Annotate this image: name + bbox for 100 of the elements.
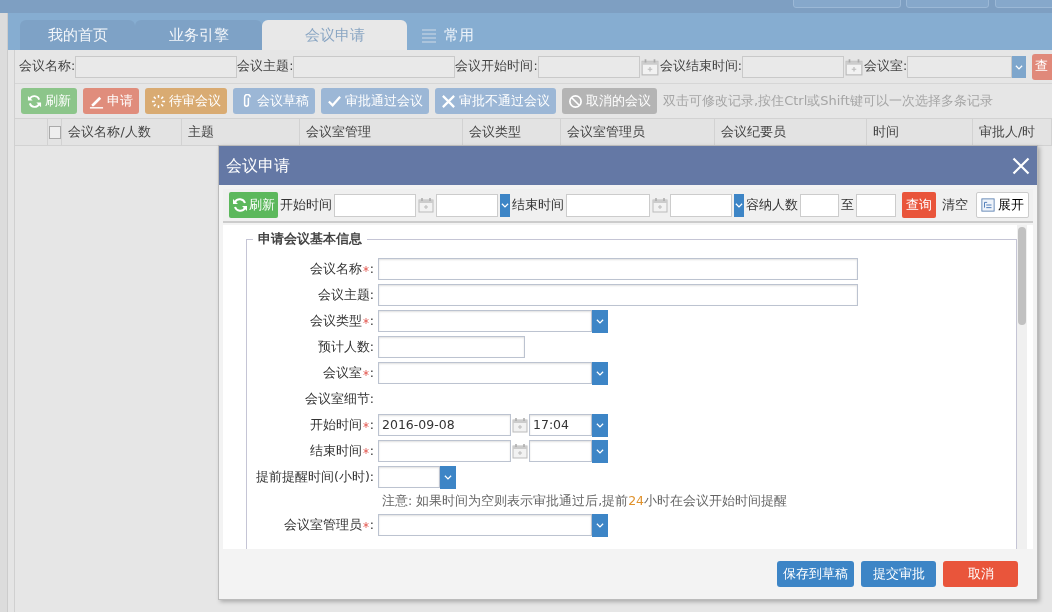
input-field[interactable] — [75, 55, 238, 78]
dialog-title: 会议申请 — [226, 154, 290, 177]
toolbar-button[interactable]: 刷新 — [21, 88, 77, 114]
dialog-button[interactable]: 取消 — [943, 561, 1018, 587]
label-colon: : — [369, 441, 374, 460]
dropdown-button[interactable] — [592, 361, 608, 385]
form-label: 会议类型 — [309, 311, 362, 330]
date-field[interactable] — [378, 440, 511, 462]
form-label: 会议室 — [322, 363, 362, 382]
form-label: 会议主题 — [317, 285, 370, 304]
refresh-icon — [232, 197, 248, 213]
input-field[interactable] — [378, 336, 525, 358]
select-field[interactable]: 17:04 — [529, 414, 592, 436]
search-button[interactable]: 查询 — [902, 192, 936, 218]
form-label: 预计人数 — [317, 337, 370, 356]
chevron-down-icon — [734, 200, 744, 210]
toolbar-button[interactable]: 审批不通过会议 — [435, 88, 556, 114]
select-field[interactable] — [378, 466, 440, 488]
fieldset-legend: 申请会议基本信息 — [253, 231, 367, 247]
field-label: 会议结束时间: — [659, 57, 742, 76]
select-field[interactable] — [378, 310, 592, 332]
date-field[interactable]: 2016-09-08 — [378, 414, 511, 436]
column-header[interactable]: 会议名称/人数 — [62, 119, 182, 145]
expand-icon — [981, 198, 995, 212]
chevron-down-icon — [500, 200, 510, 210]
label-colon: : — [369, 389, 374, 408]
search-button[interactable]: 查 — [1032, 53, 1052, 80]
select-field[interactable] — [529, 440, 592, 462]
select-field[interactable] — [378, 514, 592, 536]
field-label: 会议主题: — [237, 57, 294, 76]
chevron-down-icon — [595, 316, 605, 326]
toolbar-button[interactable]: 申请 — [83, 88, 139, 114]
dropdown-button[interactable] — [734, 193, 744, 217]
label-colon: : — [369, 363, 374, 382]
dropdown-button[interactable] — [500, 193, 510, 217]
calendar-icon — [640, 57, 659, 76]
input-field[interactable] — [800, 193, 839, 217]
toolbar-button[interactable]: 待审会议 — [145, 88, 227, 114]
calendar-icon — [652, 197, 668, 213]
spinner-icon — [151, 93, 166, 109]
chevron-down-icon — [595, 446, 605, 456]
form-label: 会议名称 — [309, 259, 362, 278]
ban-icon — [568, 93, 583, 109]
field-label: 会议室: — [863, 57, 908, 76]
input-field[interactable] — [566, 193, 650, 217]
chevron-down-icon — [595, 420, 605, 430]
toolbar-button[interactable]: 会议草稿 — [233, 88, 315, 114]
chevron-down-icon — [443, 472, 453, 482]
input-field[interactable] — [378, 258, 858, 280]
field-label: 会议名称: — [19, 57, 76, 76]
input-field[interactable] — [334, 193, 416, 217]
select-field[interactable] — [436, 193, 498, 217]
dialog-button[interactable]: 保存到草稿 — [777, 561, 854, 587]
chevron-down-icon — [595, 368, 605, 378]
input-field[interactable] — [378, 284, 858, 306]
calendar-icon — [512, 417, 528, 433]
label-colon: : — [369, 259, 374, 278]
cross-icon — [441, 93, 456, 109]
select-all-checkbox[interactable] — [48, 125, 62, 139]
close-icon[interactable] — [1011, 156, 1031, 176]
chevron-down-icon — [595, 520, 605, 530]
dropdown-button[interactable] — [1012, 55, 1026, 78]
label-colon: : — [369, 285, 374, 304]
calendar-icon — [418, 197, 434, 213]
input-field[interactable] — [856, 193, 896, 217]
expand-button[interactable]: 展开 — [976, 192, 1029, 218]
select-field[interactable] — [378, 362, 592, 384]
refresh-icon — [27, 93, 42, 109]
menu-icon — [420, 27, 438, 43]
tab[interactable]: 业务引擎 — [135, 20, 262, 50]
field-label: 容纳人数 — [746, 195, 798, 214]
tab[interactable]: 会议申请 — [262, 20, 407, 50]
field-label: 会议开始时间: — [455, 57, 538, 76]
input-field[interactable] — [907, 55, 1013, 78]
field-label: 结束时间 — [512, 195, 564, 214]
form-label: 开始时间 — [309, 415, 362, 434]
calendar-icon — [512, 443, 528, 459]
input-field[interactable] — [741, 55, 844, 78]
input-field[interactable] — [537, 55, 640, 78]
field-label: 开始时间 — [280, 195, 332, 214]
dropdown-button[interactable] — [592, 309, 608, 333]
tab[interactable]: 我的首页 — [20, 20, 135, 50]
tab[interactable]: 常用 — [417, 20, 477, 50]
toolbar-button[interactable]: 审批通过会议 — [321, 88, 429, 114]
dialog-button[interactable]: 提交审批 — [861, 561, 936, 587]
dropdown-button[interactable] — [440, 465, 456, 489]
select-field[interactable] — [670, 193, 732, 217]
field-label: 至 — [841, 195, 854, 214]
toolbar-button[interactable]: 取消的会议 — [562, 88, 657, 114]
dropdown-button[interactable] — [592, 439, 608, 463]
clear-link[interactable]: 清空 — [942, 195, 968, 215]
input-field[interactable] — [293, 55, 456, 78]
label-colon: : — [369, 415, 374, 434]
dropdown-button[interactable] — [592, 413, 608, 437]
note-text: 注意: 如果时间为空则表示审批通过后,提前24小时在会议开始时间提醒 — [381, 492, 789, 510]
scrollbar[interactable] — [1017, 225, 1027, 549]
dropdown-button[interactable] — [592, 513, 608, 537]
form-label: 提前提醒时间(小时) — [256, 467, 370, 486]
refresh-button[interactable]: 刷新 — [229, 192, 278, 218]
form-label: 会议室管理员 — [283, 515, 362, 534]
